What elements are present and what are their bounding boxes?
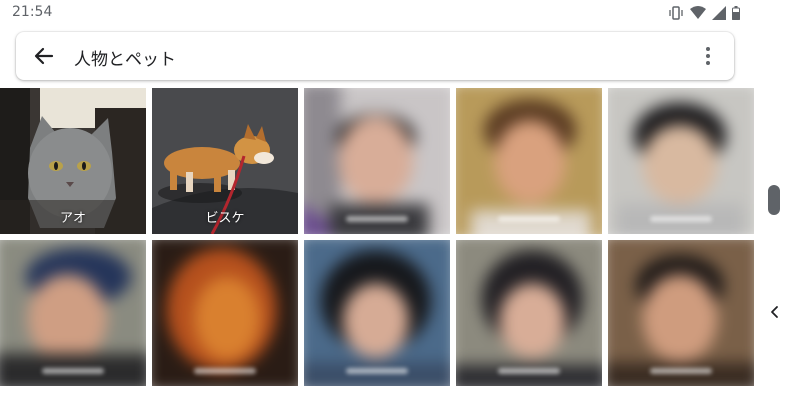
face-photo bbox=[608, 240, 754, 386]
chevron-left-icon[interactable] bbox=[768, 304, 782, 320]
more-vert-icon[interactable] bbox=[696, 44, 720, 68]
face-photo bbox=[456, 88, 602, 234]
tile-label-blurred bbox=[498, 216, 560, 222]
battery-icon bbox=[732, 6, 740, 20]
person-tile[interactable] bbox=[304, 88, 450, 234]
person-tile[interactable]: アオ bbox=[0, 86, 148, 236]
face-photo bbox=[304, 88, 450, 234]
tile-label-blurred bbox=[346, 368, 408, 374]
face-photo bbox=[304, 240, 450, 386]
search-bar: 人物とペット bbox=[16, 32, 734, 80]
people-pets-grid: アオ ビスケ bbox=[0, 86, 754, 400]
person-tile[interactable] bbox=[456, 240, 602, 386]
tile-label: アオ bbox=[59, 211, 86, 226]
face-photo bbox=[608, 88, 754, 234]
person-tile[interactable] bbox=[0, 240, 146, 386]
arrow-back-icon[interactable] bbox=[30, 42, 58, 70]
status-icons bbox=[668, 5, 740, 21]
scrollbar-thumb[interactable] bbox=[768, 185, 780, 215]
person-tile[interactable] bbox=[456, 88, 602, 234]
tile-label: ビスケ bbox=[205, 211, 245, 226]
tile-label-blurred bbox=[650, 368, 712, 374]
tile-label-blurred bbox=[194, 368, 256, 374]
person-tile[interactable] bbox=[608, 88, 754, 234]
person-tile[interactable] bbox=[304, 240, 450, 386]
person-tile[interactable] bbox=[152, 240, 298, 386]
wifi-icon bbox=[690, 6, 706, 20]
face-photo bbox=[0, 240, 146, 386]
tile-label-blurred bbox=[42, 368, 104, 374]
status-bar: 21:54 bbox=[0, 0, 800, 26]
vibrate-icon bbox=[668, 5, 684, 21]
person-tile[interactable]: ビスケ bbox=[150, 86, 300, 236]
person-tile[interactable] bbox=[608, 240, 754, 386]
tile-label-blurred bbox=[346, 216, 408, 222]
clock-time: 21:54 bbox=[12, 4, 53, 20]
signal-icon bbox=[712, 6, 726, 20]
page-title: 人物とペット bbox=[74, 50, 176, 70]
face-photo bbox=[152, 240, 298, 386]
tile-label-blurred bbox=[498, 368, 560, 374]
face-photo bbox=[456, 240, 602, 386]
tile-label-blurred bbox=[650, 216, 712, 222]
